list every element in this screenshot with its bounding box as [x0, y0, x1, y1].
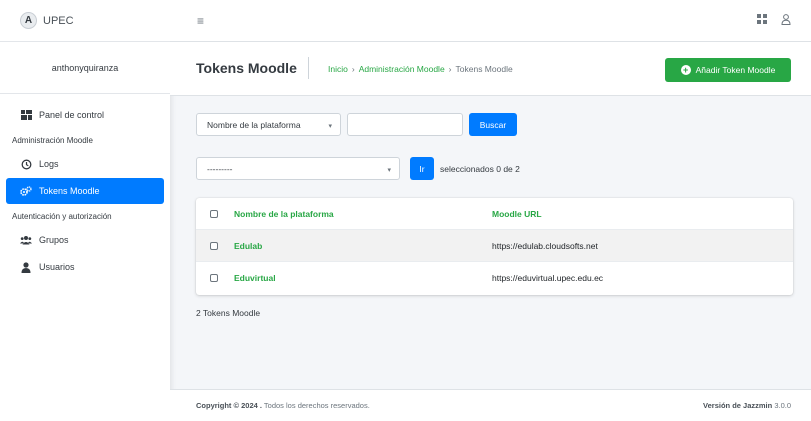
- chevron-down-icon: ▾: [328, 123, 332, 130]
- user-panel: anthonyquiranza: [0, 42, 170, 94]
- breadcrumb-home[interactable]: Inicio: [328, 64, 348, 74]
- apps-grid-icon[interactable]: [757, 14, 767, 28]
- search-input[interactable]: [347, 113, 463, 136]
- row-url: https://eduvirtual.upec.edu.ec: [492, 273, 604, 283]
- sidebar-item-label: Panel de control: [39, 110, 105, 120]
- sidebar-item-label: Logs: [39, 159, 59, 169]
- row-checkbox[interactable]: [210, 241, 218, 250]
- sidebar-nav: Panel de control Administración Moodle L…: [0, 94, 170, 280]
- dashboard-icon: [20, 109, 32, 121]
- cogs-icon: [20, 185, 32, 197]
- version-info: Versión de Jazzmin 3.0.0: [703, 401, 791, 410]
- sidebar-item-users[interactable]: Usuarios: [6, 254, 164, 280]
- select-all-checkbox[interactable]: [210, 209, 218, 218]
- breadcrumb-current: Tokens Moodle: [455, 64, 513, 74]
- sidebar-item-tokens[interactable]: Tokens Moodle: [6, 178, 164, 204]
- brand-name: UPEC: [43, 14, 74, 27]
- brand-logo: A: [20, 12, 37, 29]
- search-button[interactable]: Buscar: [469, 113, 517, 136]
- menu-toggle-icon[interactable]: ≡: [197, 14, 204, 28]
- users-icon: [20, 234, 32, 246]
- content-header: Tokens Moodle Inicio › Administración Mood…: [170, 42, 811, 96]
- chevron-down-icon: ▾: [387, 167, 391, 174]
- row-checkbox[interactable]: [210, 274, 218, 282]
- sidebar-item-label: Tokens Moodle: [39, 186, 100, 196]
- sidebar-item-label: Grupos: [39, 235, 69, 245]
- top-navbar: ≡: [170, 0, 811, 42]
- plus-circle-icon: +: [680, 65, 691, 75]
- user-icon: [20, 261, 32, 273]
- user-name[interactable]: anthonyquiranza: [52, 63, 119, 73]
- action-select[interactable]: --------- ▾: [196, 157, 400, 180]
- history-icon: [20, 158, 32, 170]
- title-divider: [308, 57, 309, 79]
- search-form: Nombre de la plataforma ▾ Buscar: [196, 113, 517, 136]
- page-title: Tokens Moodle: [196, 60, 297, 76]
- breadcrumb-moodle-admin[interactable]: Administración Moodle: [359, 64, 445, 74]
- footer: Copyright © 2024 . Todos los derechos re…: [170, 389, 811, 421]
- table-row: Eduvirtual https://eduvirtual.upec.edu.e…: [196, 262, 793, 294]
- sidebar-section-moodle: Administración Moodle: [12, 135, 93, 145]
- action-form: --------- ▾ Ir seleccionados 0 de 2: [196, 157, 520, 180]
- sidebar-item-groups[interactable]: Grupos: [6, 227, 164, 253]
- column-header-platform[interactable]: Nombre de la plataforma: [234, 209, 492, 219]
- add-token-label: Añadir Token Moodle: [695, 65, 776, 75]
- brand-link[interactable]: A UPEC: [0, 0, 170, 42]
- search-field-select[interactable]: Nombre de la plataforma ▾: [196, 113, 341, 136]
- sidebar-item-dashboard[interactable]: Panel de control: [6, 102, 164, 128]
- selection-counter: seleccionados 0 de 2: [440, 163, 520, 174]
- table-row: Edulab https://edulab.cloudsofts.net: [196, 230, 793, 262]
- sidebar: A UPEC anthonyquiranza Panel de control …: [0, 0, 170, 421]
- sidebar-item-label: Usuarios: [39, 262, 75, 272]
- results-table: Nombre de la plataforma Moodle URL Edula…: [196, 198, 793, 295]
- breadcrumb: Inicio › Administración Moodle › Tokens Mood…: [328, 64, 513, 74]
- go-button[interactable]: Ir: [410, 157, 434, 180]
- row-url: https://edulab.cloudsofts.net: [492, 240, 598, 251]
- user-menu-icon[interactable]: [781, 14, 791, 28]
- result-count: 2 Tokens Moodle: [196, 308, 261, 318]
- column-header-url[interactable]: Moodle URL: [492, 209, 542, 219]
- sidebar-section-auth: Autenticación y autorización: [12, 211, 112, 221]
- row-platform-link[interactable]: Eduvirtual: [234, 273, 492, 283]
- row-platform-link[interactable]: Edulab: [234, 241, 492, 251]
- copyright: Copyright © 2024 . Todos los derechos re…: [196, 401, 370, 410]
- sidebar-item-logs[interactable]: Logs: [6, 151, 164, 177]
- add-token-button[interactable]: + Añadir Token Moodle: [665, 58, 791, 82]
- table-header: Nombre de la plataforma Moodle URL: [196, 198, 793, 230]
- main-content: Nombre de la plataforma ▾ Buscar -------…: [170, 96, 811, 389]
